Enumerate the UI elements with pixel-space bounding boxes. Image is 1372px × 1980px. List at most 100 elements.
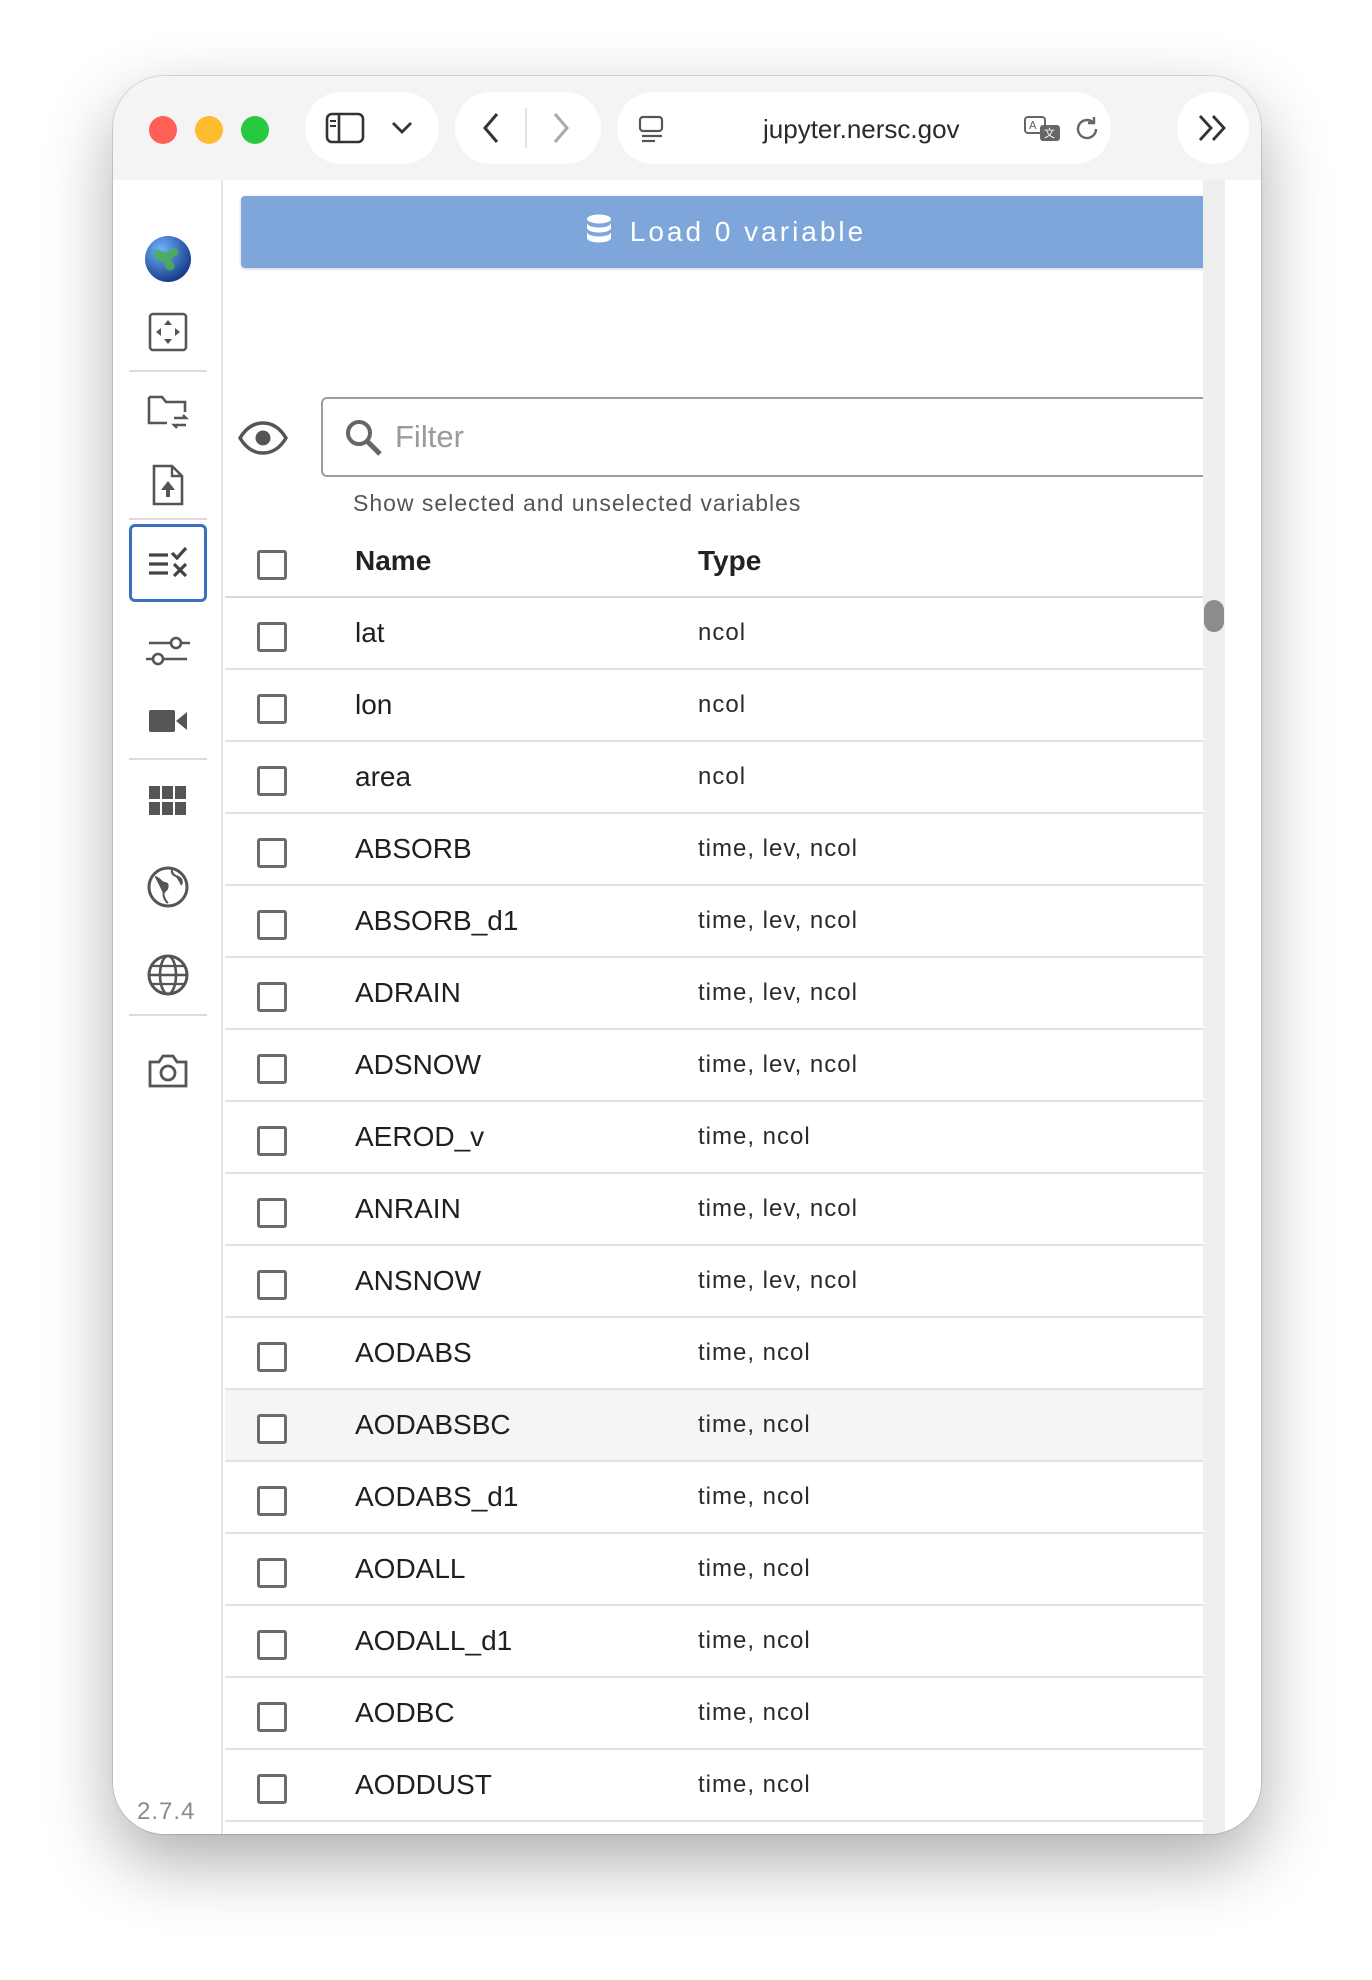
variable-type: time, lev, ncol — [698, 835, 858, 862]
table-row[interactable]: AODALL_d1 time, ncol — [225, 1606, 1205, 1678]
variable-type: time, ncol — [698, 1411, 811, 1438]
table-row[interactable]: lon ncol — [225, 670, 1205, 742]
browser-toolbar: jupyter.nersc.gov A文 — [113, 76, 1261, 180]
zoom-window-button[interactable] — [241, 116, 269, 144]
sliders-icon[interactable] — [129, 612, 207, 690]
table-row[interactable]: AEROD_v time, ncol — [225, 1102, 1205, 1174]
variable-name: ADSNOW — [355, 1049, 481, 1080]
minimize-window-button[interactable] — [195, 116, 223, 144]
table-row[interactable]: AODDUST time, ncol — [225, 1750, 1205, 1822]
row-checkbox[interactable] — [257, 766, 287, 796]
variable-type: time, ncol — [698, 1339, 811, 1366]
translate-icon[interactable]: A文 — [1023, 114, 1063, 144]
sidebar-toggle-icon[interactable] — [325, 112, 365, 144]
variable-type: time, ncol — [698, 1699, 811, 1726]
more-tools-button[interactable] — [1177, 92, 1249, 164]
row-checkbox[interactable] — [257, 982, 287, 1012]
row-checkbox[interactable] — [257, 1486, 287, 1516]
variable-name: ADRAIN — [355, 977, 461, 1008]
variable-name: lat — [355, 617, 385, 648]
table-row[interactable]: ANRAIN time, lev, ncol — [225, 1174, 1205, 1246]
variable-type: time, lev, ncol — [698, 979, 858, 1006]
variable-name: AODDUST — [355, 1769, 492, 1800]
grid-icon[interactable] — [129, 762, 207, 840]
row-checkbox[interactable] — [257, 1270, 287, 1300]
camera-icon[interactable] — [129, 1032, 207, 1110]
scrollbar-track[interactable] — [1203, 180, 1225, 1834]
load-button-label: Load 0 variable — [629, 216, 867, 247]
video-camera-icon[interactable] — [129, 682, 207, 760]
variable-name: ANRAIN — [355, 1193, 461, 1224]
row-checkbox[interactable] — [257, 1558, 287, 1588]
variable-name: AODABS — [355, 1337, 472, 1368]
table-row[interactable]: AODABSBC time, ncol — [225, 1390, 1205, 1462]
svg-text:文: 文 — [1044, 126, 1055, 140]
variable-type: time, lev, ncol — [698, 1195, 858, 1222]
table-row[interactable]: ABSORB time, lev, ncol — [225, 814, 1205, 886]
variable-type: ncol — [698, 619, 747, 646]
load-variables-button[interactable]: Load 0 variable — [241, 196, 1211, 268]
variable-name: AODBC — [355, 1697, 455, 1728]
database-icon — [586, 214, 612, 251]
close-window-button[interactable] — [149, 116, 177, 144]
filter-field[interactable] — [321, 397, 1211, 477]
variable-name: AODALL — [355, 1553, 466, 1584]
page-menu-icon[interactable] — [637, 114, 667, 144]
file-upload-icon[interactable] — [129, 446, 207, 524]
variable-type: time, ncol — [698, 1483, 811, 1510]
row-checkbox[interactable] — [257, 1630, 287, 1660]
forward-arrow-icon[interactable] — [551, 112, 571, 144]
variable-name: AODABS_d1 — [355, 1481, 519, 1512]
row-checkbox[interactable] — [257, 1126, 287, 1156]
url-text: jupyter.nersc.gov — [763, 114, 960, 144]
row-checkbox[interactable] — [257, 1774, 287, 1804]
browser-window: jupyter.nersc.gov A文 2.7.4 Load 0 variab… — [113, 76, 1261, 1834]
globe-outline-icon[interactable] — [129, 848, 207, 926]
table-row[interactable]: ABSORB_d1 time, lev, ncol — [225, 886, 1205, 958]
select-all-checkbox[interactable] — [257, 550, 287, 580]
table-row[interactable]: area ncol — [225, 742, 1205, 814]
column-header-name: Name — [355, 545, 432, 576]
chevron-down-icon[interactable] — [391, 121, 413, 135]
table-row[interactable]: ADSNOW time, lev, ncol — [225, 1030, 1205, 1102]
table-row[interactable]: AODABS_d1 time, ncol — [225, 1462, 1205, 1534]
table-row[interactable]: AODALL time, ncol — [225, 1534, 1205, 1606]
table-row[interactable]: ADRAIN time, lev, ncol — [225, 958, 1205, 1030]
variable-name: area — [355, 761, 412, 792]
variable-type: time, ncol — [698, 1123, 811, 1150]
activity-bar: 2.7.4 — [113, 180, 223, 1834]
variable-select-icon[interactable] — [129, 524, 207, 602]
variables-panel: Load 0 variable Show selected and unsele… — [225, 180, 1261, 1834]
globe-logo-icon[interactable] — [129, 220, 207, 298]
navigation-group — [455, 92, 601, 164]
row-checkbox[interactable] — [257, 694, 287, 724]
app-version: 2.7.4 — [137, 1798, 196, 1825]
row-checkbox[interactable] — [257, 910, 287, 940]
table-header: Name Type — [225, 526, 1205, 598]
row-checkbox[interactable] — [257, 1342, 287, 1372]
table-row[interactable]: AODBC time, ncol — [225, 1678, 1205, 1750]
row-checkbox[interactable] — [257, 622, 287, 652]
column-header-type: Type — [698, 545, 762, 576]
row-checkbox[interactable] — [257, 838, 287, 868]
filter-input[interactable] — [395, 419, 1155, 455]
variable-name: ABSORB — [355, 833, 472, 864]
folder-sync-icon[interactable] — [129, 372, 207, 450]
row-checkbox[interactable] — [257, 1414, 287, 1444]
globe-grid-icon[interactable] — [129, 936, 207, 1014]
scrollbar-thumb[interactable] — [1204, 600, 1224, 632]
table-row[interactable]: ANSNOW time, lev, ncol — [225, 1246, 1205, 1318]
arrows-move-icon[interactable] — [129, 293, 207, 371]
reload-icon[interactable] — [1073, 115, 1101, 143]
back-arrow-icon[interactable] — [481, 112, 501, 144]
table-row[interactable]: AODABS time, ncol — [225, 1318, 1205, 1390]
row-checkbox[interactable] — [257, 1702, 287, 1732]
svg-text:A: A — [1029, 119, 1037, 132]
variable-name: AODALL_d1 — [355, 1625, 513, 1656]
row-checkbox[interactable] — [257, 1198, 287, 1228]
filter-helper-text: Show selected and unselected variables — [353, 490, 802, 516]
address-bar[interactable]: jupyter.nersc.gov A文 — [617, 92, 1111, 164]
eye-icon[interactable] — [237, 412, 289, 464]
table-row[interactable]: lat ncol — [225, 598, 1205, 670]
row-checkbox[interactable] — [257, 1054, 287, 1084]
